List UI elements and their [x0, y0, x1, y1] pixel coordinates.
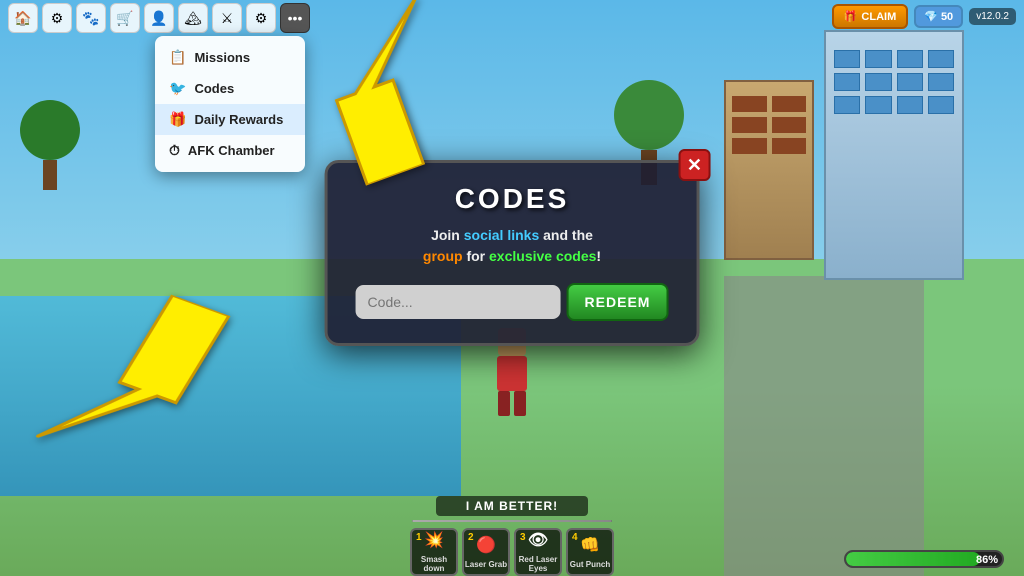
close-button[interactable]: ✕: [678, 149, 710, 181]
bottom-hud: I AM BETTER! 1 💥 Smash down 2 🔴 Laser Gr…: [0, 496, 1024, 576]
redeem-label: REDEEM: [585, 294, 651, 310]
building-2: [724, 80, 814, 260]
icon-btn-4[interactable]: 🛒: [110, 3, 140, 33]
menu-item-codes[interactable]: 🐦 Codes: [155, 73, 305, 104]
daily-rewards-icon: 🎁: [169, 111, 186, 128]
icon-btn-more[interactable]: •••: [280, 3, 310, 33]
skills-row: 1 💥 Smash down 2 🔴 Laser Grab 3 👁 Red La…: [410, 528, 614, 576]
icon-btn-2[interactable]: ⚙: [42, 3, 72, 33]
version-text: v12.0.2: [976, 11, 1009, 22]
dropdown-menu: 📋 Missions 🐦 Codes 🎁 Daily Rewards ⏱ AFK…: [155, 36, 305, 172]
subtitle-part1: Join: [431, 227, 464, 243]
claim-label: CLAIM: [861, 11, 896, 23]
dialog-subtitle: Join social links and the group for excl…: [356, 225, 669, 267]
menu-item-daily-rewards[interactable]: 🎁 Daily Rewards: [155, 104, 305, 135]
code-input[interactable]: [356, 285, 561, 319]
skill-1[interactable]: 1 💥 Smash down: [410, 528, 458, 576]
subtitle-part2: and the: [539, 227, 593, 243]
social-links-text: social links: [464, 227, 539, 243]
skill-3-name: Red Laser Eyes: [516, 556, 560, 574]
codes-icon: 🐦: [169, 80, 186, 97]
group-text: group: [423, 248, 463, 264]
daily-rewards-label: Daily Rewards: [194, 112, 283, 127]
skill-3[interactable]: 3 👁 Red Laser Eyes: [514, 528, 562, 576]
close-icon: ✕: [687, 155, 702, 176]
menu-item-afk-chamber[interactable]: ⏱ AFK Chamber: [155, 135, 305, 166]
code-input-row: REDEEM: [356, 283, 669, 321]
skill-1-icon: 💥: [424, 530, 444, 550]
subtitle-part4: !: [596, 248, 601, 264]
gem-icon: 💎: [924, 10, 938, 23]
subtitle-part3: for: [463, 248, 489, 264]
player-name: I AM BETTER!: [436, 496, 588, 516]
skill-4-icon: 👊: [580, 535, 600, 555]
icon-btn-5[interactable]: 👤: [144, 3, 174, 33]
claim-button[interactable]: 🎁 CLAIM: [832, 4, 909, 29]
gift-icon: 🎁: [844, 10, 858, 23]
skill-2-name: Laser Grab: [465, 561, 507, 570]
codes-label: Codes: [194, 81, 234, 96]
redeem-button[interactable]: REDEEM: [567, 283, 669, 321]
skill-4-name: Gut Punch: [570, 561, 610, 570]
version-badge: v12.0.2: [969, 8, 1016, 25]
icon-btn-6[interactable]: 🏔: [178, 3, 208, 33]
menu-item-missions[interactable]: 📋 Missions: [155, 42, 305, 73]
skill-2-number: 2: [468, 532, 474, 543]
skill-1-name: Smash down: [412, 556, 456, 574]
health-bar-fill: [412, 520, 612, 522]
skill-3-icon: 👁: [528, 530, 548, 550]
building-1: [824, 30, 964, 280]
gem-badge: 💎 50: [914, 5, 963, 28]
missions-label: Missions: [194, 50, 250, 65]
skill-4[interactable]: 4 👊 Gut Punch: [566, 528, 614, 576]
skill-1-number: 1: [416, 532, 422, 543]
icon-btn-settings[interactable]: ⚙: [246, 3, 276, 33]
skill-2-icon: 🔴: [476, 535, 496, 555]
afk-icon: ⏱: [169, 142, 180, 159]
missions-icon: 📋: [169, 49, 186, 66]
top-right-area: 🎁 CLAIM 💎 50 v12.0.2: [832, 4, 1016, 29]
exclusive-text: exclusive codes: [489, 248, 596, 264]
skill-3-number: 3: [520, 532, 526, 543]
health-bar: [412, 520, 612, 522]
afk-label: AFK Chamber: [188, 143, 275, 158]
icon-btn-1[interactable]: 🏠: [8, 3, 38, 33]
codes-dialog: ✕ CODES Join social links and the group …: [325, 160, 700, 346]
skill-4-number: 4: [572, 532, 578, 543]
tree-left: [20, 100, 80, 190]
dialog-title: CODES: [356, 183, 669, 215]
gem-count: 50: [941, 11, 953, 23]
icon-btn-3[interactable]: 🐾: [76, 3, 106, 33]
skill-2[interactable]: 2 🔴 Laser Grab: [462, 528, 510, 576]
top-bar: 🏠 ⚙ 🐾 🛒 👤 🏔 ⚔ ⚙ ••• 🎁 CLAIM 💎 50 v12.0.2: [0, 0, 1024, 36]
icon-btn-7[interactable]: ⚔: [212, 3, 242, 33]
